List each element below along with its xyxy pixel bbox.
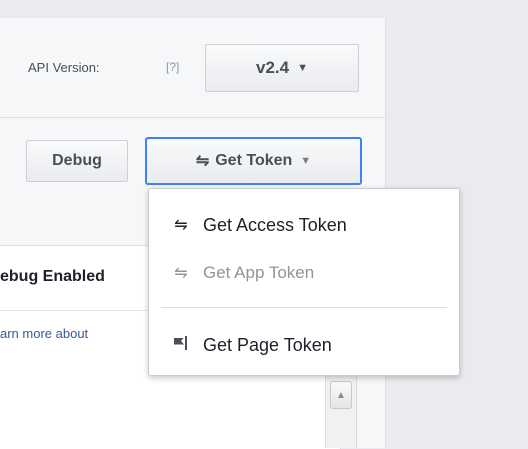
menu-item-get-access-token[interactable]: ⇋ Get Access Token: [149, 207, 459, 243]
menu-item-get-page-token[interactable]: Get Page Token: [149, 327, 459, 363]
scroll-up-arrow-icon[interactable]: ▲: [330, 381, 352, 409]
swap-arrows-icon: ⇋: [195, 153, 210, 170]
menu-item-get-app-token: ⇋ Get App Token: [149, 255, 459, 291]
toolbar-divider: [0, 117, 386, 118]
get-token-button[interactable]: ⇋ Get Token ▼: [145, 137, 362, 185]
page-flag-icon: [171, 335, 191, 355]
get-token-label: Get Token: [215, 152, 293, 169]
get-token-menu: ⇋ Get Access Token ⇋ Get App Token Get P…: [148, 188, 460, 376]
learn-more-link[interactable]: arn more about: [0, 326, 150, 341]
api-version-help-link[interactable]: [?]: [166, 60, 179, 74]
scrollbar[interactable]: ▲: [325, 375, 357, 448]
swap-arrows-icon: ⇋: [174, 265, 188, 282]
api-version-label: API Version:: [28, 60, 100, 75]
menu-item-label: Get Access Token: [203, 214, 347, 235]
debug-button[interactable]: Debug: [26, 140, 128, 182]
caret-down-icon: ▼: [300, 155, 312, 167]
menu-item-label: Get Page Token: [203, 334, 332, 355]
debug-enabled-heading: ebug Enabled: [0, 268, 105, 285]
api-version-dropdown[interactable]: v2.4 ▼: [205, 44, 359, 92]
swap-arrows-icon: ⇋: [174, 217, 188, 234]
content-divider: [0, 310, 150, 311]
api-version-value: v2.4: [256, 58, 290, 77]
debug-button-label: Debug: [52, 152, 102, 169]
menu-item-label: Get App Token: [203, 263, 315, 282]
menu-separator: [161, 307, 447, 308]
caret-down-icon: ▼: [297, 62, 308, 74]
